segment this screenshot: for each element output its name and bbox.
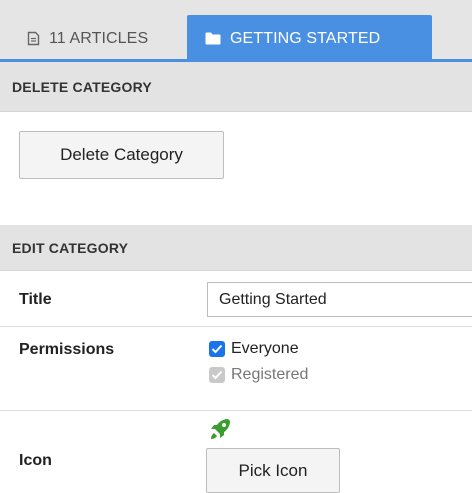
category-editor: 11 ARTICLES GETTING STARTED DELETE CATEG… [0, 0, 472, 493]
tab-articles[interactable]: 11 ARTICLES [11, 15, 177, 62]
everyone-label: Everyone [231, 340, 299, 357]
registered-checkbox [209, 367, 225, 383]
tab-getting-started-label: GETTING STARTED [230, 29, 381, 47]
everyone-checkbox[interactable] [209, 341, 225, 357]
tab-getting-started[interactable]: GETTING STARTED [187, 15, 432, 62]
edit-category-header: EDIT CATEGORY [0, 225, 472, 271]
delete-category-button[interactable]: Delete Category [19, 131, 224, 179]
pick-icon-button[interactable]: Pick Icon [206, 448, 340, 493]
tab-articles-label: 11 ARTICLES [49, 29, 149, 47]
registered-label: Registered [231, 366, 309, 383]
folder-icon [205, 32, 221, 45]
permissions-label: Permissions [19, 341, 115, 358]
rocket-icon [209, 418, 231, 447]
icon-label: Icon [19, 452, 52, 469]
title-input[interactable] [207, 282, 472, 317]
delete-category-header: DELETE CATEGORY [0, 62, 472, 112]
row-divider [0, 326, 472, 327]
permission-registered: Registered [209, 366, 308, 384]
row-divider [0, 410, 472, 411]
tab-bar: 11 ARTICLES GETTING STARTED [0, 0, 472, 62]
permission-everyone[interactable]: Everyone [209, 340, 299, 358]
title-label: Title [19, 291, 52, 308]
document-icon [27, 31, 40, 46]
